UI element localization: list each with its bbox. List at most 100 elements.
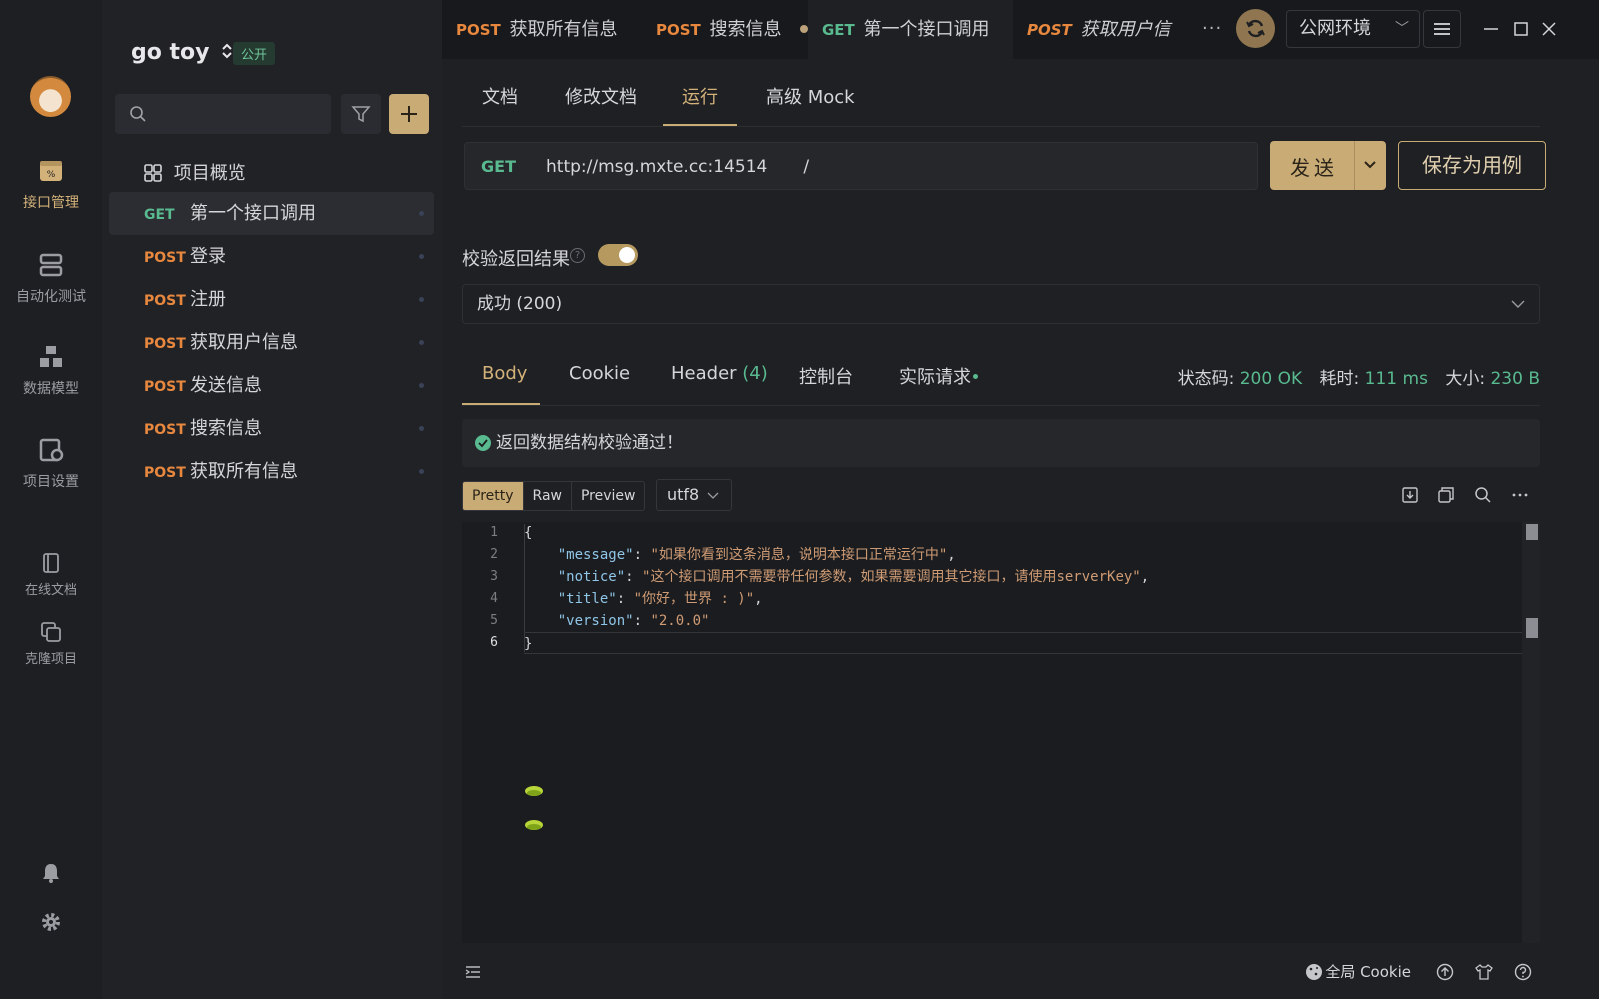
method-badge: POST (144, 293, 186, 309)
tab-bar: POST 获取所有信息 POST 搜索信息 GET 第一个接口调用✕ POST … (442, 0, 1599, 100)
scroll-thumb[interactable] (1526, 618, 1538, 638)
api-item[interactable]: POST 获取用户信息 (109, 321, 434, 364)
rail-item-api-management[interactable]: % 接口管理 (0, 158, 102, 212)
global-cookie-button[interactable]: 全局 Cookie (1325, 961, 1411, 982)
sync-button[interactable] (1236, 9, 1275, 48)
api-item[interactable]: POST 获取所有信息 (109, 450, 434, 493)
more-icon[interactable] (1511, 486, 1529, 504)
subtab-edit-docs[interactable]: 修改文档 (565, 83, 637, 109)
time-value: 111 ms (1364, 369, 1428, 389)
api-item[interactable]: POST 发送信息 (109, 364, 434, 407)
url-input[interactable]: GET http://msg.mxte.cc:14514 / (464, 142, 1258, 190)
rail-item-project-settings[interactable]: 项目设置 (0, 437, 102, 491)
search-icon[interactable] (1474, 486, 1492, 504)
filter-icon (351, 106, 371, 123)
project-overview-link[interactable]: 项目概览 (144, 159, 246, 185)
status-dot (419, 340, 424, 345)
api-item[interactable]: POST 注册 (109, 278, 434, 321)
json-string: "你好，世界 : )" (633, 591, 755, 607)
tab-item-active[interactable]: GET 第一个接口调用✕ (808, 0, 1013, 100)
rail-item-automation[interactable]: 自动化测试 (0, 252, 102, 306)
cookie-icon (1306, 964, 1322, 980)
chevron-updown-icon (222, 43, 232, 59)
avatar[interactable] (30, 76, 71, 117)
status-value: 200 OK (1239, 369, 1303, 389)
preview-button[interactable]: Preview (572, 482, 644, 510)
line-number: 2 (490, 547, 498, 562)
scrollbar[interactable] (1522, 522, 1540, 999)
outline-toggle-icon[interactable] (464, 963, 482, 981)
window-close-icon[interactable] (1540, 20, 1558, 38)
chevron-down-icon[interactable] (1363, 154, 1377, 176)
help-icon[interactable] (1514, 963, 1532, 981)
tab-label: 第一个接口调用 (863, 19, 990, 40)
project-switcher[interactable]: go toy (131, 40, 233, 65)
menu-button[interactable] (1423, 10, 1461, 48)
raw-button[interactable]: Raw (524, 482, 572, 510)
subtab-run[interactable]: 运行 (682, 83, 718, 109)
validate-toggle[interactable] (598, 244, 638, 266)
send-button[interactable]: 发送 (1270, 141, 1386, 190)
api-management-icon: % (40, 161, 62, 181)
tab-actual-request[interactable]: 实际请求 (899, 363, 978, 389)
shirt-icon[interactable] (1475, 963, 1493, 981)
rail-label: 自动化测试 (16, 289, 86, 305)
api-name: 获取所有信息 (190, 461, 298, 482)
chevron-down-icon: ﹀ (1395, 21, 1409, 37)
tab-item[interactable]: POST 获取用户信息 (1013, 0, 1183, 100)
encoding-select[interactable]: utf8 (656, 479, 732, 511)
pretty-button[interactable]: Pretty (463, 482, 524, 510)
search-input[interactable] (115, 94, 331, 134)
status-dot (419, 383, 424, 388)
subtab-docs[interactable]: 文档 (482, 83, 518, 109)
tab-item[interactable]: POST 获取所有信息 (442, 0, 642, 59)
status-dot (419, 254, 424, 259)
rail-label: 数据模型 (23, 381, 79, 397)
help-icon[interactable]: ? (570, 248, 585, 263)
code-line: "message": "如果你看到这条消息，说明本接口正常运行中", (557, 547, 956, 563)
environment-select[interactable]: 公网环境 ﹀ (1286, 10, 1420, 48)
api-item[interactable]: POST 登录 (109, 235, 434, 278)
maximize-icon[interactable] (1512, 20, 1530, 38)
method-badge: POST (144, 336, 186, 352)
method-badge: POST (456, 21, 501, 39)
clone-project-icon (41, 622, 61, 642)
subtab-advanced-mock[interactable]: 高级 Mock (766, 83, 855, 109)
save-as-case-button[interactable]: 保存为用例 (1398, 141, 1546, 190)
tab-cookie[interactable]: Cookie (569, 363, 630, 384)
environment-value: 公网环境 (1299, 18, 1371, 39)
rail-label: 接口管理 (23, 195, 79, 211)
tab-console[interactable]: 控制台 (799, 363, 853, 389)
request-method[interactable]: GET (481, 157, 516, 176)
code-editor[interactable]: 1 2 3 4 5 6 { "message": "如果你看到这条消息，说明本接… (462, 522, 1540, 999)
actual-label: 实际请求 (899, 367, 971, 388)
status-label: 状态码: (1177, 369, 1235, 389)
response-select[interactable]: 成功 (200) (462, 284, 1540, 324)
time-label: 耗时: (1319, 369, 1360, 389)
plus-icon (401, 106, 417, 122)
add-button[interactable] (389, 94, 429, 134)
filter-button[interactable] (341, 94, 381, 134)
gear-icon[interactable] (40, 911, 62, 933)
api-item[interactable]: GET 第一个接口调用 (109, 192, 434, 235)
minimize-icon[interactable] (1482, 20, 1500, 38)
rail-item-clone-project[interactable]: 克隆项目 (0, 621, 102, 667)
chevron-down-icon (1511, 300, 1525, 308)
rail-item-data-model[interactable]: 数据模型 (0, 344, 102, 398)
url-text: http://msg.mxte.cc:14514 / (546, 157, 809, 177)
more-tabs-button[interactable]: ··· (1202, 18, 1222, 39)
tab-item[interactable]: POST 搜索信息 (642, 0, 808, 59)
copy-icon[interactable] (1437, 486, 1455, 504)
check-circle-icon (475, 435, 491, 451)
tab-header[interactable]: Header (4) (671, 363, 768, 384)
api-item[interactable]: POST 搜索信息 (109, 407, 434, 450)
upload-icon[interactable] (1436, 963, 1454, 981)
tab-body[interactable]: Body (482, 363, 527, 384)
download-icon[interactable] (1401, 486, 1419, 504)
data-model-icon (40, 346, 62, 367)
bell-icon[interactable] (40, 862, 62, 884)
response-select-value: 成功 (200) (477, 294, 563, 314)
rail-item-online-docs[interactable]: 在线文档 (0, 552, 102, 598)
api-name: 注册 (190, 289, 226, 310)
json-key: "notice" (557, 569, 626, 585)
